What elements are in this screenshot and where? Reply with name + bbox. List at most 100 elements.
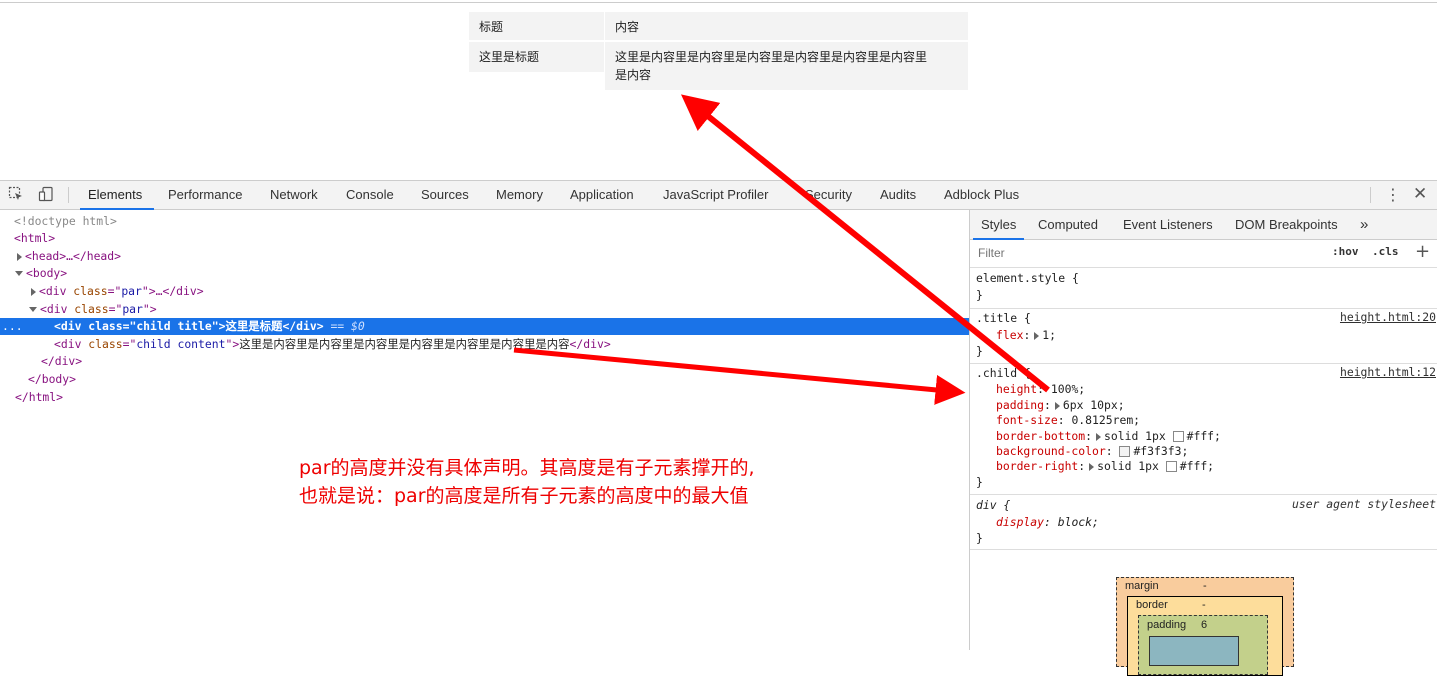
- tab-application[interactable]: Application: [570, 181, 634, 209]
- dom-html-close-line[interactable]: </html>: [0, 389, 984, 406]
- hover-state-toggle[interactable]: :hov: [1332, 245, 1359, 258]
- ua-selector: div {: [976, 498, 1011, 512]
- title-selector[interactable]: .title {: [976, 310, 1031, 326]
- tab-dom-breakpoints[interactable]: DOM Breakpoints: [1235, 210, 1338, 239]
- styles-filter-bar: :hov .cls +: [970, 240, 1437, 268]
- dom-body-close-line[interactable]: </body>: [0, 371, 997, 388]
- dom-par1-line[interactable]: <div class="par">…</div>: [0, 283, 1000, 300]
- dom-par2-line[interactable]: <div class="par">: [0, 301, 998, 318]
- child-rule-source-link[interactable]: height.html:12: [1340, 365, 1436, 379]
- box-model-border[interactable]: border - padding 6: [1127, 596, 1283, 676]
- rule-close-brace: }: [976, 531, 983, 545]
- box-model-padding[interactable]: padding 6: [1138, 615, 1268, 675]
- dom-doctype-line[interactable]: <!doctype html>: [0, 213, 983, 230]
- border-value[interactable]: -: [1202, 599, 1206, 611]
- color-swatch-icon[interactable]: [1119, 446, 1131, 457]
- tab-audits[interactable]: Audits: [880, 181, 916, 209]
- dom-child1-text: 这里是标题: [225, 319, 283, 333]
- rule-child: .child { height.html:12 height: 100%; pa…: [970, 364, 1437, 495]
- collapse-triangle-icon[interactable]: [15, 271, 23, 276]
- dom-child-title-line-selected[interactable]: ... <div class="child title">这里是标题</div> …: [0, 318, 969, 335]
- expand-shorthand-icon[interactable]: [1054, 401, 1060, 410]
- prop-value: 1;: [1042, 328, 1057, 342]
- rule-element-style: element.style { }: [970, 268, 1437, 309]
- dom-par2-attr: class: [74, 302, 109, 316]
- tab-adblock-plus[interactable]: Adblock Plus: [944, 181, 1019, 209]
- margin-value[interactable]: -: [1203, 580, 1207, 592]
- more-options-icon[interactable]: ⋮: [1385, 185, 1401, 204]
- devtools-panel: Elements Performance Network Console Sou…: [0, 180, 1437, 676]
- dom-html-close: </html>: [15, 390, 64, 404]
- tab-memory[interactable]: Memory: [496, 181, 543, 209]
- rule-title: .title { height.html:20 flex: 1; }: [970, 309, 1437, 364]
- toolbar-right-divider: [1370, 187, 1371, 203]
- inspect-element-icon[interactable]: [8, 186, 24, 202]
- table-header-content-cell: 内容: [605, 12, 968, 41]
- ua-display-declaration: display: block;: [996, 515, 1099, 529]
- rule-close-brace: }: [976, 475, 983, 489]
- tab-sources[interactable]: Sources: [421, 181, 469, 209]
- dom-div-close-line[interactable]: </div>: [0, 353, 1010, 370]
- dom-div-close: </div>: [41, 354, 83, 368]
- dom-head-line[interactable]: <head>…</head>: [0, 248, 986, 265]
- more-tabs-chevron-icon[interactable]: »: [1360, 210, 1368, 239]
- element-style-selector[interactable]: element.style {: [976, 270, 1079, 286]
- device-toolbar-icon[interactable]: [38, 186, 54, 202]
- child-font-size-declaration[interactable]: font-size: 0.8125rem;: [996, 412, 1140, 428]
- child-border-right-declaration[interactable]: border-right: solid 1px #fff;: [996, 458, 1214, 474]
- tab-elements[interactable]: Elements: [79, 181, 155, 210]
- child-border-bottom-declaration[interactable]: border-bottom: solid 1px #fff;: [996, 428, 1221, 444]
- dom-par1-tag: div: [45, 284, 67, 298]
- tab-computed[interactable]: Computed: [1038, 210, 1098, 239]
- padding-value[interactable]: 6: [1201, 619, 1207, 631]
- expand-shorthand-icon[interactable]: [1096, 432, 1102, 441]
- color-swatch-icon[interactable]: [1165, 461, 1177, 472]
- dom-par2-tag: div: [46, 302, 68, 316]
- tab-console[interactable]: Console: [346, 181, 394, 209]
- rule-close-brace: }: [976, 344, 983, 358]
- dom-par2-val: par: [122, 302, 143, 316]
- tab-styles[interactable]: Styles: [972, 210, 1025, 240]
- styles-filter-input[interactable]: [974, 243, 1327, 263]
- table-row-content-line1: 这里是内容里是内容里是内容里是内容里是内容里是内容里: [615, 50, 928, 64]
- expand-shorthand-icon[interactable]: [1089, 462, 1095, 471]
- child-padding-declaration[interactable]: padding: 6px 10px;: [996, 397, 1125, 413]
- dom-html-line[interactable]: <html>: [0, 230, 983, 247]
- tab-event-listeners[interactable]: Event Listeners: [1123, 210, 1213, 239]
- tab-performance[interactable]: Performance: [168, 181, 242, 209]
- box-model-content[interactable]: [1149, 636, 1239, 666]
- dom-html-open: <html>: [14, 231, 56, 245]
- tab-security[interactable]: Security: [805, 181, 852, 209]
- title-rule-source-link[interactable]: height.html:20: [1340, 310, 1436, 324]
- color-swatch-icon[interactable]: [1172, 431, 1184, 442]
- collapse-triangle-icon[interactable]: [29, 307, 37, 312]
- dom-body-line[interactable]: <body>: [0, 265, 984, 282]
- child-background-color-declaration[interactable]: background-color: #f3f3f3;: [996, 443, 1188, 459]
- table-header-title-cell: 标题: [469, 12, 605, 41]
- ua-stylesheet-label: user agent stylesheet: [1291, 497, 1436, 511]
- annotation-line-1: par的高度并没有具体声明。其高度是有子元素撑开的,: [299, 457, 755, 479]
- page-top-border: [0, 2, 1437, 3]
- dom-doctype: <!doctype html>: [14, 214, 117, 228]
- close-icon[interactable]: ✕: [1413, 184, 1427, 204]
- table-row-title-cell: 这里是标题: [469, 42, 605, 72]
- dom-selected-ellipsis[interactable]: ...: [2, 318, 23, 335]
- expand-shorthand-icon[interactable]: [1034, 331, 1040, 340]
- child-selector[interactable]: .child {: [976, 365, 1031, 381]
- tab-network[interactable]: Network: [270, 181, 318, 209]
- styles-sidebar: Styles Computed Event Listeners DOM Brea…: [969, 210, 1437, 676]
- table-row-content-cell: 这里是内容里是内容里是内容里是内容里是内容里是内容里 是内容: [605, 42, 968, 90]
- add-rule-icon[interactable]: +: [1415, 241, 1430, 262]
- child-height-declaration[interactable]: height: 100%;: [996, 381, 1085, 397]
- dom-head-collapsed: <head>…</head>: [25, 249, 122, 263]
- tab-javascript-profiler[interactable]: JavaScript Profiler: [663, 181, 768, 209]
- expand-triangle-icon[interactable]: [17, 252, 22, 261]
- expand-triangle-icon[interactable]: [31, 287, 36, 296]
- dom-par1-attr: class: [73, 284, 108, 298]
- class-toggle[interactable]: .cls: [1372, 245, 1399, 258]
- box-model-margin[interactable]: margin - border - padding 6: [1116, 577, 1294, 676]
- title-flex-declaration[interactable]: flex: 1;: [996, 327, 1056, 343]
- dom-child-content-line[interactable]: <div class="child content">这里是内容里是内容里是内容…: [0, 336, 1023, 353]
- toolbar-divider: [68, 187, 69, 203]
- padding-label: padding: [1147, 619, 1187, 631]
